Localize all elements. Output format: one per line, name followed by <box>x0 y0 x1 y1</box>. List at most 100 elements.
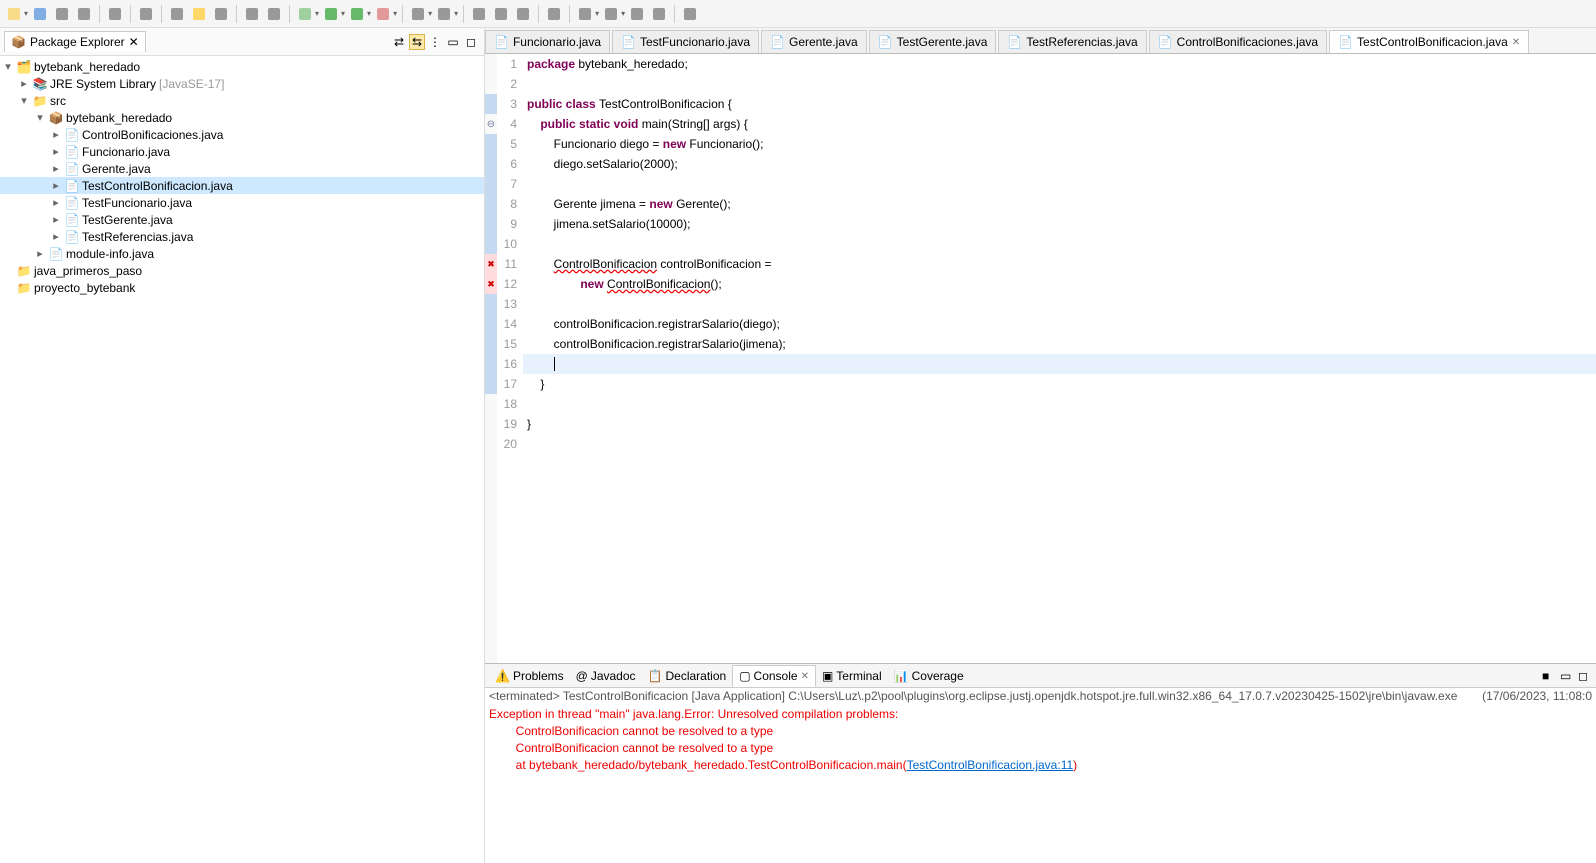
stepover-button[interactable] <box>242 4 262 24</box>
save-button[interactable] <box>30 4 50 24</box>
bottom-tab-terminal[interactable]: ▣Terminal <box>816 666 888 686</box>
twisty-icon[interactable]: ▸ <box>48 230 64 243</box>
editor-tab[interactable]: 📄TestFuncionario.java <box>612 30 759 53</box>
project-node[interactable]: ▾ 🗂️ bytebank_heredado <box>0 58 484 75</box>
print-button[interactable] <box>74 4 94 24</box>
closed-project-node[interactable]: 📁java_primeros_paso <box>0 262 484 279</box>
code-editor[interactable]: 1234567891011121314151617181920 package … <box>485 54 1596 663</box>
dropdown-icon[interactable]: ▾ <box>367 9 371 18</box>
bottom-panel: ⚠️Problems@Javadoc📋Declaration▢Console ✕… <box>485 663 1596 863</box>
file-node[interactable]: ▸📄Funcionario.java <box>0 143 484 160</box>
search-button[interactable] <box>491 4 511 24</box>
dropdown-icon[interactable]: ▾ <box>393 9 397 18</box>
twisty-icon[interactable]: ▸ <box>48 128 64 141</box>
editor-tab[interactable]: 📄TestReferencias.java <box>998 30 1146 53</box>
editor-tab[interactable]: 📄TestGerente.java <box>869 30 997 53</box>
tasks-button[interactable] <box>513 4 533 24</box>
code-area[interactable]: package bytebank_heredado; public class … <box>523 54 1596 663</box>
file-node[interactable]: ▸📄TestReferencias.java <box>0 228 484 245</box>
twisty-icon[interactable]: ▸ <box>48 213 64 226</box>
syncclass-button[interactable] <box>544 4 564 24</box>
terminate-icon[interactable]: ■ <box>1542 669 1556 683</box>
bookmark-button[interactable] <box>211 4 231 24</box>
package-icon: 📦 <box>11 35 26 49</box>
bottom-tab-javadoc[interactable]: @Javadoc <box>570 666 642 686</box>
editor-tab[interactable]: 📄Gerente.java <box>761 30 867 53</box>
link-editor-icon[interactable]: ⇆ <box>409 34 425 50</box>
project-tree[interactable]: ▾ 🗂️ bytebank_heredado ▸ 📚 JRE System Li… <box>0 56 484 863</box>
maximize-icon[interactable]: ◻ <box>463 34 479 50</box>
maximize-icon[interactable]: ◻ <box>1578 669 1592 683</box>
stacktrace-link[interactable]: TestControlBonificacion.java:11 <box>907 758 1074 772</box>
console-output[interactable]: Exception in thread "main" java.lang.Err… <box>485 704 1596 863</box>
dropdown-icon[interactable]: ▾ <box>621 9 625 18</box>
bottom-tab-problems[interactable]: ⚠️Problems <box>489 666 570 686</box>
run-button[interactable] <box>321 4 341 24</box>
external-button[interactable] <box>373 4 393 24</box>
file-node[interactable]: ▸📄TestControlBonificacion.java <box>0 177 484 194</box>
twisty-icon[interactable]: ▸ <box>48 162 64 175</box>
new-button[interactable] <box>4 4 24 24</box>
newpkg-button[interactable] <box>408 4 428 24</box>
editor-tab[interactable]: 📄ControlBonificaciones.java <box>1149 30 1327 53</box>
collapse-icon[interactable]: ⇄ <box>391 34 407 50</box>
dropdown-icon[interactable]: ▾ <box>341 9 345 18</box>
module-node[interactable]: ▸ 📄 module-info.java <box>0 245 484 262</box>
file-node[interactable]: ▸📄ControlBonificaciones.java <box>0 126 484 143</box>
refresh-button[interactable] <box>649 4 669 24</box>
twisty-icon[interactable]: ▸ <box>48 145 64 158</box>
twisty-icon[interactable]: ▾ <box>16 94 32 107</box>
src-node[interactable]: ▾ 📁 src <box>0 92 484 109</box>
filter-icon[interactable]: ⋮ <box>427 34 443 50</box>
tab-icon: 📊 <box>894 669 909 683</box>
twisty-icon[interactable]: ▸ <box>48 196 64 209</box>
dropdown-icon[interactable]: ▾ <box>428 9 432 18</box>
explorer-tab[interactable]: 📦 Package Explorer ✕ <box>4 31 146 52</box>
skip-button[interactable] <box>264 4 284 24</box>
twisty-icon[interactable]: ▾ <box>32 111 48 124</box>
twisty-icon[interactable]: ▾ <box>0 60 16 73</box>
minimize-icon[interactable]: ▭ <box>445 34 461 50</box>
file-node[interactable]: ▸📄TestFuncionario.java <box>0 194 484 211</box>
up-button[interactable] <box>627 4 647 24</box>
closed-project-node[interactable]: 📁proyecto_bytebank <box>0 279 484 296</box>
java-file-icon: 📄 <box>64 127 80 143</box>
twisty-icon[interactable]: ▸ <box>48 179 64 192</box>
java-file-icon: 📄 <box>878 35 893 49</box>
console-line: ControlBonificacion cannot be resolved t… <box>489 723 1592 740</box>
bottom-tab-declaration[interactable]: 📋Declaration <box>642 666 733 686</box>
debug-button[interactable] <box>295 4 315 24</box>
close-icon[interactable]: ✕ <box>1512 37 1520 48</box>
newclass-button[interactable] <box>434 4 454 24</box>
close-icon[interactable]: ✕ <box>801 671 809 682</box>
line-gutter: 1234567891011121314151617181920 <box>497 54 523 663</box>
dropdown-icon[interactable]: ▾ <box>454 9 458 18</box>
close-icon[interactable]: ✕ <box>129 35 139 49</box>
twisty-icon[interactable]: ▸ <box>32 247 48 260</box>
minimize-icon[interactable]: ▭ <box>1560 669 1574 683</box>
folder-button[interactable] <box>469 4 489 24</box>
pin-button[interactable] <box>167 4 187 24</box>
bottom-tab-coverage[interactable]: 📊Coverage <box>888 666 970 686</box>
editor-tab[interactable]: 📄Funcionario.java <box>485 30 610 53</box>
coverage-button[interactable] <box>347 4 367 24</box>
highlight-button[interactable] <box>189 4 209 24</box>
package-node[interactable]: ▾ 📦 bytebank_heredado <box>0 109 484 126</box>
package-icon: 📦 <box>48 110 64 126</box>
forward-button[interactable] <box>601 4 621 24</box>
bottom-tab-console[interactable]: ▢Console ✕ <box>732 665 816 687</box>
saveall-button[interactable] <box>52 4 72 24</box>
file-node[interactable]: ▸📄TestGerente.java <box>0 211 484 228</box>
jre-node[interactable]: ▸ 📚 JRE System Library [JavaSE-17] <box>0 75 484 92</box>
editor-tab[interactable]: 📄TestControlBonificacion.java✕ <box>1329 30 1529 53</box>
perspective-button[interactable] <box>105 4 125 24</box>
twisty-icon[interactable]: ▸ <box>16 77 32 90</box>
dropdown-icon[interactable]: ▾ <box>24 9 28 18</box>
dropdown-icon[interactable]: ▾ <box>315 9 319 18</box>
file-node[interactable]: ▸📄Gerente.java <box>0 160 484 177</box>
launch-button[interactable] <box>680 4 700 24</box>
dropdown-icon[interactable]: ▾ <box>595 9 599 18</box>
back-button[interactable] <box>575 4 595 24</box>
java-file-icon: 📄 <box>621 35 636 49</box>
breakpoint-button[interactable] <box>136 4 156 24</box>
